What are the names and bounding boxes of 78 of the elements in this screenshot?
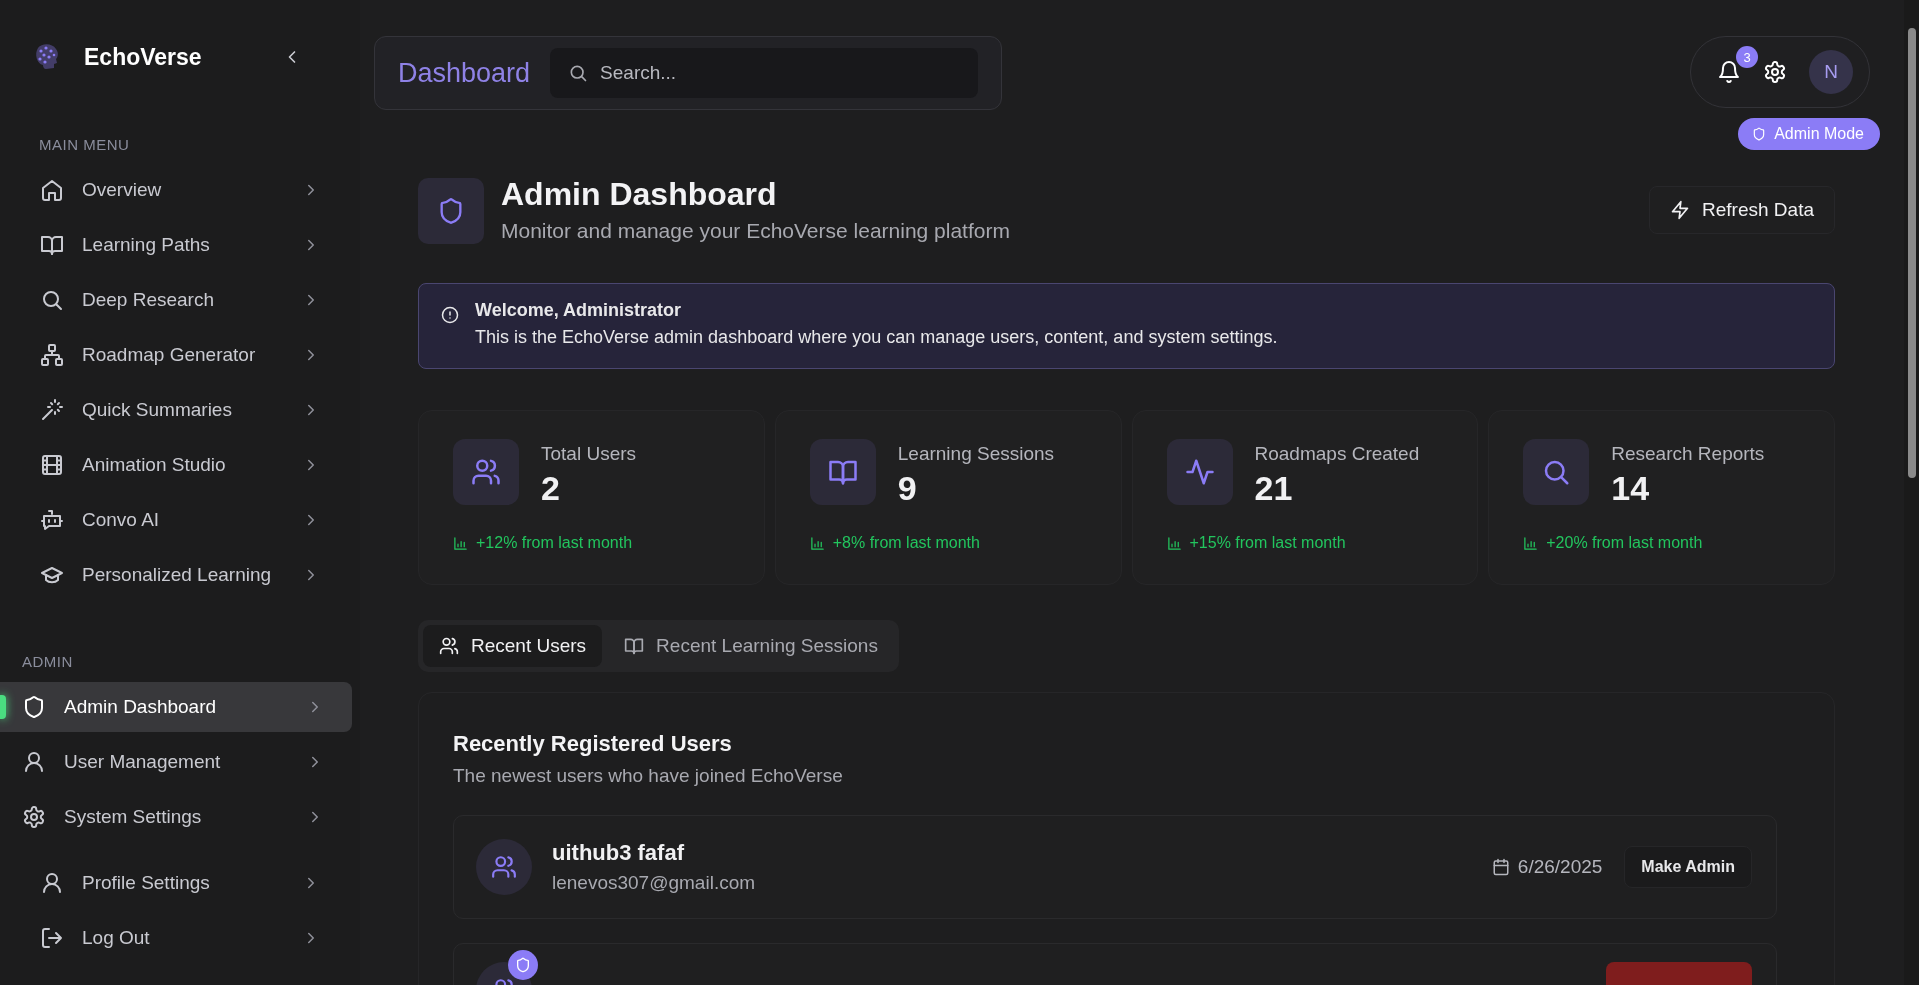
scrollbar[interactable] (1904, 0, 1919, 985)
hierarchy-icon (40, 343, 64, 367)
bell-icon (1717, 60, 1741, 84)
shield-icon (1752, 127, 1767, 141)
alert-message: This is the EchoVerse admin dashboard where you can manage users, content, and system settings. (475, 327, 1278, 348)
robot-icon (40, 508, 64, 532)
tab[interactable]: Recent Learning Sessions (608, 625, 894, 667)
search-icon (40, 288, 64, 312)
user-icon (22, 750, 46, 774)
stat-value: 9 (897, 469, 918, 508)
pulse-icon (1184, 457, 1215, 487)
settings-icon (1763, 60, 1787, 84)
sidebar-item[interactable]: Log Out (28, 913, 326, 963)
stat-change: +12% from last month (476, 534, 633, 552)
user-avatar[interactable]: N (1809, 50, 1853, 94)
alert-title: Welcome, Administrator (475, 300, 683, 321)
notifications-button[interactable] (1717, 60, 1741, 84)
bar-chart-icon (1523, 535, 1539, 551)
tab[interactable]: Recent Users (423, 625, 603, 667)
page-subtitle: Monitor and manage your EchoVerse learning platform (501, 219, 1011, 243)
page-title: Admin Dashboard (501, 176, 778, 213)
calendar-icon (1491, 858, 1510, 876)
panel-description: The newest users who have joined EchoVerse (453, 765, 844, 787)
book-icon (624, 636, 645, 656)
brand-name: EchoVerse (84, 43, 203, 71)
sidebar-item[interactable]: Convo AI (28, 495, 326, 545)
sidebar-item[interactable]: Overview (28, 165, 326, 215)
page-heading: Dashboard (398, 57, 531, 89)
stat-change: +20% from last month (1546, 534, 1703, 552)
stat-label: Learning Sessions (897, 443, 1055, 465)
stat-label: Total Users (541, 443, 637, 465)
user-icon (40, 871, 64, 895)
bar-chart-icon (453, 535, 468, 551)
refresh-button[interactable]: Refresh Data (1649, 186, 1835, 234)
sidebar-item[interactable]: Learning Paths (28, 220, 326, 270)
search-field[interactable]: Search... (550, 48, 978, 98)
user-name: uithub3 fafaf (552, 840, 684, 866)
home-icon (40, 178, 64, 202)
section-heading: ADMIN (21, 653, 74, 671)
stat-change: +15% from last month (1189, 534, 1346, 552)
panel-title: Recently Registered Users (453, 731, 733, 757)
mode-label: Admin Mode (1774, 125, 1864, 143)
sidebar-item[interactable]: Animation Studio (28, 440, 326, 490)
bar-chart-icon (809, 535, 825, 551)
sidebar-item[interactable]: Deep Research (28, 275, 326, 325)
shield-icon (22, 695, 46, 719)
logout-icon (40, 926, 64, 950)
film-icon (40, 453, 64, 477)
bar-chart-icon (1166, 535, 1182, 551)
settings-icon (22, 805, 46, 829)
stat-value: 21 (1254, 469, 1294, 508)
sidebar-item[interactable]: Quick Summaries (28, 385, 326, 435)
active-indicator (0, 695, 6, 719)
sidebar-item[interactable]: User Management (0, 737, 352, 787)
lightning-icon (1670, 200, 1691, 220)
users-icon (439, 636, 459, 656)
book-icon (40, 233, 64, 257)
user-email: lenevos307@gmail.com (552, 872, 757, 894)
stat-change: +8% from last month (832, 534, 980, 552)
join-date: 6/26/2025 (1517, 856, 1603, 878)
sidebar-item[interactable]: Profile Settings (28, 858, 326, 908)
sidebar-item[interactable]: Personalized Learning (28, 550, 326, 600)
stat-label: Research Reports (1611, 443, 1765, 465)
sidebar-item[interactable]: Admin Dashboard (0, 682, 352, 732)
notification-count: 3 (1736, 46, 1758, 68)
stat-value: 2 (541, 469, 561, 508)
magic-wand-icon (40, 398, 64, 422)
sidebar-item[interactable]: Roadmap Generator (28, 330, 326, 380)
section-heading: MAIN MENU (38, 136, 131, 154)
users-icon (491, 854, 517, 880)
sidebar-item[interactable]: System Settings (0, 792, 352, 842)
stat-label: Roadmaps Created (1254, 443, 1420, 465)
info-icon (441, 306, 459, 324)
settings-button[interactable] (1763, 60, 1787, 84)
make-admin-button[interactable]: Make Admin (1624, 846, 1752, 888)
shield-icon (515, 957, 531, 973)
stat-value: 14 (1611, 469, 1651, 508)
users-icon (471, 457, 501, 487)
